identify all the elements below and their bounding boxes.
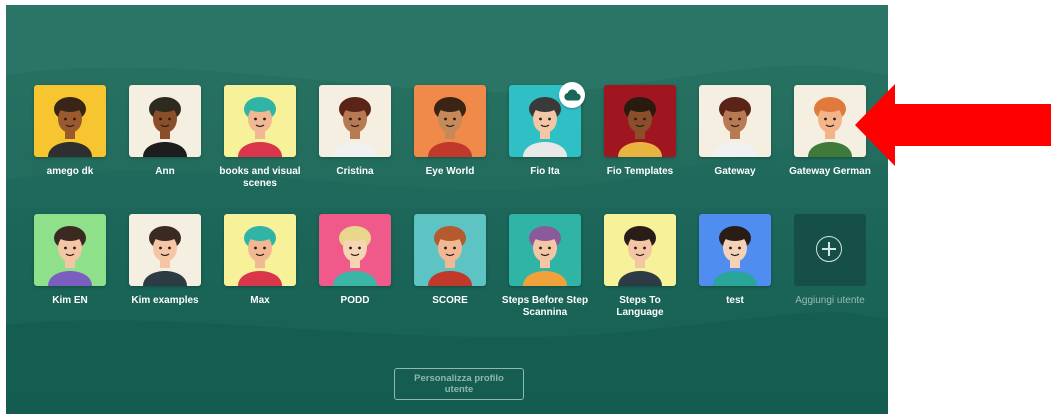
user-name-label: Steps To Language — [616, 295, 664, 318]
add-user-tile[interactable]: Aggiungi utente — [784, 214, 876, 307]
avatar-illustration — [48, 226, 92, 286]
user-avatar[interactable] — [224, 85, 296, 157]
user-tile[interactable]: PODD — [309, 214, 401, 307]
user-name-label: Fio Ita — [530, 166, 560, 177]
profile-selection-panel: amego dk Ann books and visual scenes Cristi… — [6, 5, 888, 414]
avatar-illustration — [618, 226, 662, 286]
user-name-label: Gateway — [714, 166, 756, 177]
avatar-illustration — [143, 97, 187, 157]
user-tile[interactable]: Ann — [119, 85, 211, 178]
user-avatar[interactable] — [604, 85, 676, 157]
user-name-label: Fio Templates — [606, 166, 674, 177]
user-name-label: SCORE — [432, 295, 468, 306]
add-user-button[interactable] — [794, 214, 866, 286]
user-name-label: amego dk — [46, 166, 94, 177]
user-name-label: PODD — [340, 295, 370, 306]
user-tile[interactable]: Eye World — [404, 85, 496, 178]
user-name-label: Eye World — [425, 166, 475, 177]
user-avatar[interactable] — [509, 214, 581, 286]
avatar-illustration — [713, 97, 757, 157]
user-tile[interactable]: Fio Templates — [594, 85, 686, 178]
user-name-label: Cristina — [336, 166, 374, 177]
plus-circle-icon — [816, 236, 842, 262]
user-tile[interactable]: Max — [214, 214, 306, 307]
avatar-illustration — [238, 97, 282, 157]
avatar-illustration — [523, 226, 567, 286]
user-tile[interactable]: SCORE — [404, 214, 496, 307]
avatar-illustration — [428, 226, 472, 286]
avatar-illustration — [428, 97, 472, 157]
customize-profile-button[interactable]: Personalizza profilo utente — [394, 368, 524, 400]
user-avatar[interactable] — [34, 85, 106, 157]
user-tile[interactable]: Cristina — [309, 85, 401, 178]
user-avatar[interactable] — [129, 214, 201, 286]
user-name-label: Steps Before Step Scannina — [501, 295, 589, 318]
user-avatar[interactable] — [224, 214, 296, 286]
red-arrow-annotation — [855, 84, 1051, 166]
user-avatar[interactable] — [319, 214, 391, 286]
user-avatar[interactable] — [34, 214, 106, 286]
user-tile[interactable]: amego dk — [24, 85, 116, 178]
user-tile[interactable]: Gateway — [689, 85, 781, 178]
avatar-illustration — [48, 97, 92, 157]
avatar-illustration — [143, 226, 187, 286]
user-name-label: Max — [250, 295, 270, 306]
background-waves — [6, 5, 888, 414]
avatar-illustration — [333, 97, 377, 157]
user-tile[interactable]: test — [689, 214, 781, 307]
cloud-sync-icon — [559, 82, 585, 108]
user-avatar[interactable] — [604, 214, 676, 286]
user-avatar[interactable] — [414, 214, 486, 286]
user-tile[interactable]: Steps Before Step Scannina — [499, 214, 591, 319]
avatar-illustration — [713, 226, 757, 286]
user-name-label: Gateway German — [789, 166, 871, 177]
user-name-label: Kim examples — [131, 295, 199, 306]
avatar-illustration — [238, 226, 282, 286]
user-tile[interactable]: Kim EN — [24, 214, 116, 307]
user-avatar[interactable] — [319, 85, 391, 157]
user-name-label: test — [726, 295, 744, 306]
user-tile[interactable]: books and visual scenes — [214, 85, 306, 190]
user-avatar[interactable] — [699, 214, 771, 286]
user-name-label: Ann — [155, 166, 175, 177]
avatar-illustration — [618, 97, 662, 157]
user-avatar[interactable] — [129, 85, 201, 157]
user-tile[interactable]: Kim examples — [119, 214, 211, 307]
user-name-label: books and visual scenes — [219, 166, 301, 189]
avatar-illustration — [333, 226, 377, 286]
user-tile[interactable]: Steps To Language — [594, 214, 686, 319]
add-user-label: Aggiungi utente — [795, 295, 865, 306]
user-avatar[interactable] — [699, 85, 771, 157]
user-avatar[interactable] — [414, 85, 486, 157]
user-name-label: Kim EN — [52, 295, 88, 306]
